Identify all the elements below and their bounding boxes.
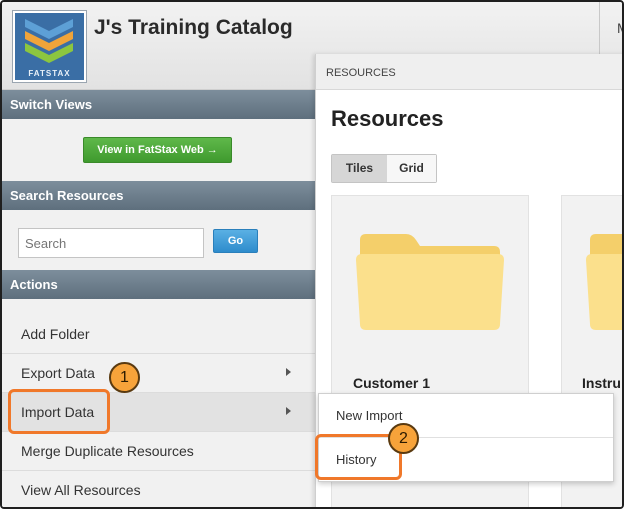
go-button[interactable]: Go [213, 229, 258, 253]
search-input[interactable] [18, 228, 204, 258]
sidebar: Switch Views View in FatStax Web → Searc… [2, 90, 315, 507]
catalog-title: J's Training Catalog [94, 16, 293, 39]
action-view-all-resources[interactable]: View All Resources [2, 471, 315, 507]
tile-name: Customer 1 [353, 375, 431, 391]
tab-tiles[interactable]: Tiles [332, 155, 387, 182]
view-toggle: Tiles Grid [331, 154, 437, 183]
app-window: FATSTAX J's Training Catalog M Switch Vi… [0, 0, 624, 509]
tile-name: Instru [582, 375, 621, 391]
action-export-data[interactable]: Export Data [2, 354, 315, 393]
header-divider [599, 2, 600, 54]
logo-wordmark: FATSTAX [28, 69, 71, 78]
action-label: Merge Duplicate Resources [21, 443, 194, 459]
import-data-highlight [8, 389, 110, 434]
action-add-folder[interactable]: Add Folder [2, 315, 315, 354]
action-label: View All Resources [21, 482, 141, 498]
step-badge-1: 1 [109, 362, 140, 393]
chevron-right-icon [286, 407, 291, 415]
tab-grid[interactable]: Grid [387, 155, 436, 182]
folder-icon [586, 234, 622, 330]
chevron-stack-icon [25, 19, 73, 63]
fatstax-logo: FATSTAX [13, 11, 86, 82]
step-badge-2: 2 [388, 423, 419, 454]
page-title: Resources [331, 106, 444, 131]
chevron-right-icon [286, 368, 291, 376]
switch-views-header: Switch Views [2, 90, 315, 119]
actions-header: Actions [2, 270, 315, 299]
action-merge-duplicates[interactable]: Merge Duplicate Resources [2, 432, 315, 471]
view-in-fatstax-web-button[interactable]: View in FatStax Web → [83, 137, 232, 163]
search-resources-header: Search Resources [2, 181, 315, 210]
folder-icon [356, 234, 504, 330]
breadcrumb: RESOURCES [316, 54, 622, 90]
header-menu-button[interactable]: M [617, 20, 622, 36]
action-label: Add Folder [21, 326, 90, 342]
submenu-new-import[interactable]: New Import [319, 394, 613, 438]
action-label: Export Data [21, 365, 95, 381]
